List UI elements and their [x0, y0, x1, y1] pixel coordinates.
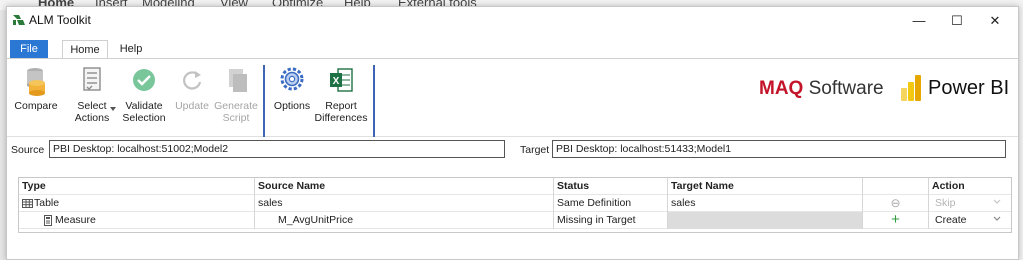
ribbon-separator	[263, 65, 265, 137]
generate-script-label-2: Script	[222, 112, 250, 124]
ribbon-separator	[373, 65, 375, 137]
maximize-button[interactable]: ☐	[937, 10, 977, 32]
status-cell: Missing in Target	[554, 212, 668, 229]
target-label: Target	[520, 144, 550, 156]
window-title: ALM Toolkit	[29, 13, 91, 27]
alm-toolkit-app-icon	[13, 15, 25, 25]
type-text: Table	[34, 197, 60, 209]
action-value: Create	[935, 214, 967, 226]
column-header-status[interactable]: Status	[554, 178, 668, 195]
status-cell: Same Definition	[554, 195, 668, 212]
tab-help[interactable]: Help	[116, 40, 146, 60]
database-compare-icon	[27, 68, 45, 96]
source-label: Source	[11, 144, 45, 156]
tab-file[interactable]: File	[10, 40, 48, 60]
column-header-target-name[interactable]: Target Name	[668, 178, 863, 195]
type-cell: Table	[19, 195, 255, 212]
table-row[interactable]: Table sales Same Definition sales ⊖ Skip	[19, 195, 1011, 212]
gear-icon	[280, 67, 304, 91]
action-dropdown[interactable]: Create	[932, 212, 1004, 228]
action-dropdown[interactable]: Skip	[932, 195, 1004, 211]
tab-home[interactable]: Home	[62, 40, 108, 60]
skip-icon: ⊖	[863, 195, 929, 212]
report-differences-label-2: Differences	[314, 112, 368, 124]
select-actions-label-1: Select	[77, 100, 107, 112]
grid-header-row: Type Source Name Status Target Name Acti…	[19, 178, 1011, 195]
report-differences-label-1: Report	[325, 100, 357, 112]
column-header-source-name[interactable]: Source Name	[255, 178, 554, 195]
generate-script-button[interactable]: Generate Script	[211, 65, 261, 124]
source-connection-field[interactable]: PBI Desktop: localhost:51002;Model2	[49, 140, 505, 158]
power-bi-icon	[901, 75, 921, 101]
report-differences-button[interactable]: X Report Differences	[313, 65, 369, 124]
maq-software-logo: MAQ Software	[759, 78, 884, 100]
chevron-down-icon	[993, 216, 1001, 221]
validate-label-2: Selection	[122, 112, 166, 124]
compare-label: Compare	[14, 100, 58, 112]
target-connection-field[interactable]: PBI Desktop: localhost:51433;Model1	[552, 140, 1006, 158]
dropdown-arrow-icon	[110, 107, 116, 111]
options-button[interactable]: Options	[267, 65, 317, 112]
alm-toolkit-window: ALM Toolkit — ☐ ✕ File Home Help Compare	[6, 6, 1019, 260]
generate-script-label-1: Generate	[214, 100, 258, 112]
select-actions-label-2: Actions	[74, 112, 110, 124]
target-name-cell: sales	[668, 195, 863, 212]
compare-button[interactable]: Compare	[11, 65, 61, 112]
options-label: Options	[273, 100, 311, 112]
ribbon-tab-bar: File Home Help	[7, 37, 1018, 60]
column-header-type[interactable]: Type	[19, 178, 255, 195]
maq-logo-rest: Software	[803, 78, 884, 99]
source-name-cell: M_AvgUnitPrice	[255, 212, 554, 229]
minimize-button[interactable]: —	[899, 10, 939, 32]
measure-icon	[44, 215, 52, 226]
excel-icon: X	[330, 68, 353, 92]
close-button[interactable]: ✕	[975, 10, 1015, 32]
table-icon	[22, 199, 33, 208]
validate-label-1: Validate	[125, 100, 163, 112]
chevron-down-icon	[993, 199, 1001, 204]
create-icon: +	[863, 212, 929, 229]
table-row[interactable]: Measure M_AvgUnitPrice Missing in Target…	[19, 212, 1011, 229]
column-header-action[interactable]: Action	[929, 178, 1013, 195]
source-name-cell: sales	[255, 195, 554, 212]
title-bar: ALM Toolkit — ☐ ✕	[7, 7, 1018, 33]
type-cell: Measure	[19, 212, 255, 229]
update-label: Update	[175, 100, 209, 112]
target-name-cell	[668, 212, 863, 229]
maq-logo-bold: MAQ	[759, 78, 804, 99]
update-button[interactable]: Update	[167, 65, 217, 112]
svg-text:X: X	[333, 76, 340, 87]
checklist-icon	[83, 67, 101, 91]
type-text: Measure	[55, 214, 96, 226]
power-bi-logo-text: Power BI	[928, 77, 1010, 99]
comparison-grid: Type Source Name Status Target Name Acti…	[18, 177, 1012, 233]
generate-script-icon	[229, 69, 247, 92]
validate-selection-button[interactable]: Validate Selection	[119, 65, 169, 124]
select-actions-button[interactable]: Select Actions	[67, 65, 117, 124]
update-refresh-icon	[183, 71, 202, 90]
action-value: Skip	[935, 197, 956, 209]
validate-check-icon	[133, 69, 155, 91]
column-header-icon	[863, 178, 929, 195]
